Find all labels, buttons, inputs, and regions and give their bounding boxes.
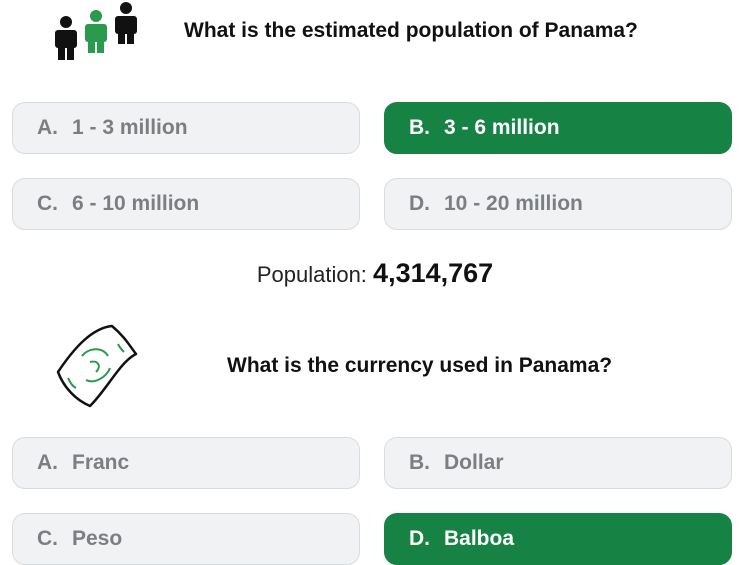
option-letter: A. <box>37 116 58 139</box>
option-letter: D. <box>409 192 430 215</box>
option-letter: C. <box>37 192 58 215</box>
population-readout: Population: 4,314,767 <box>0 258 750 289</box>
option-letter: A. <box>37 451 58 474</box>
option-letter: D. <box>409 527 430 550</box>
money-bill-icon <box>50 322 142 410</box>
population-value: 4,314,767 <box>373 258 494 288</box>
option-letter: B. <box>409 116 430 139</box>
option-c[interactable]: C. Peso <box>12 513 360 565</box>
question-title: What is the currency used in Panama? <box>227 354 613 377</box>
option-text: Balboa <box>444 527 515 550</box>
option-text: Franc <box>72 451 130 474</box>
option-text: Peso <box>72 527 123 550</box>
people-icon <box>52 0 144 62</box>
option-text: 3 - 6 million <box>444 116 560 139</box>
option-c[interactable]: C. 6 - 10 million <box>12 178 360 230</box>
option-d[interactable]: D. 10 - 20 million <box>384 178 732 230</box>
option-a[interactable]: A. Franc <box>12 437 360 489</box>
option-b[interactable]: B. Dollar <box>384 437 732 489</box>
option-letter: C. <box>37 527 58 550</box>
option-text: Dollar <box>444 451 504 474</box>
option-b[interactable]: B. 3 - 6 million <box>384 102 732 154</box>
option-a[interactable]: A. 1 - 3 million <box>12 102 360 154</box>
option-text: 1 - 3 million <box>72 116 188 139</box>
option-letter: B. <box>409 451 430 474</box>
population-label: Population: <box>256 262 367 287</box>
option-text: 6 - 10 million <box>72 192 200 215</box>
question-title: What is the estimated population of Pana… <box>184 19 638 42</box>
option-text: 10 - 20 million <box>444 192 583 215</box>
option-d[interactable]: D. Balboa <box>384 513 732 565</box>
